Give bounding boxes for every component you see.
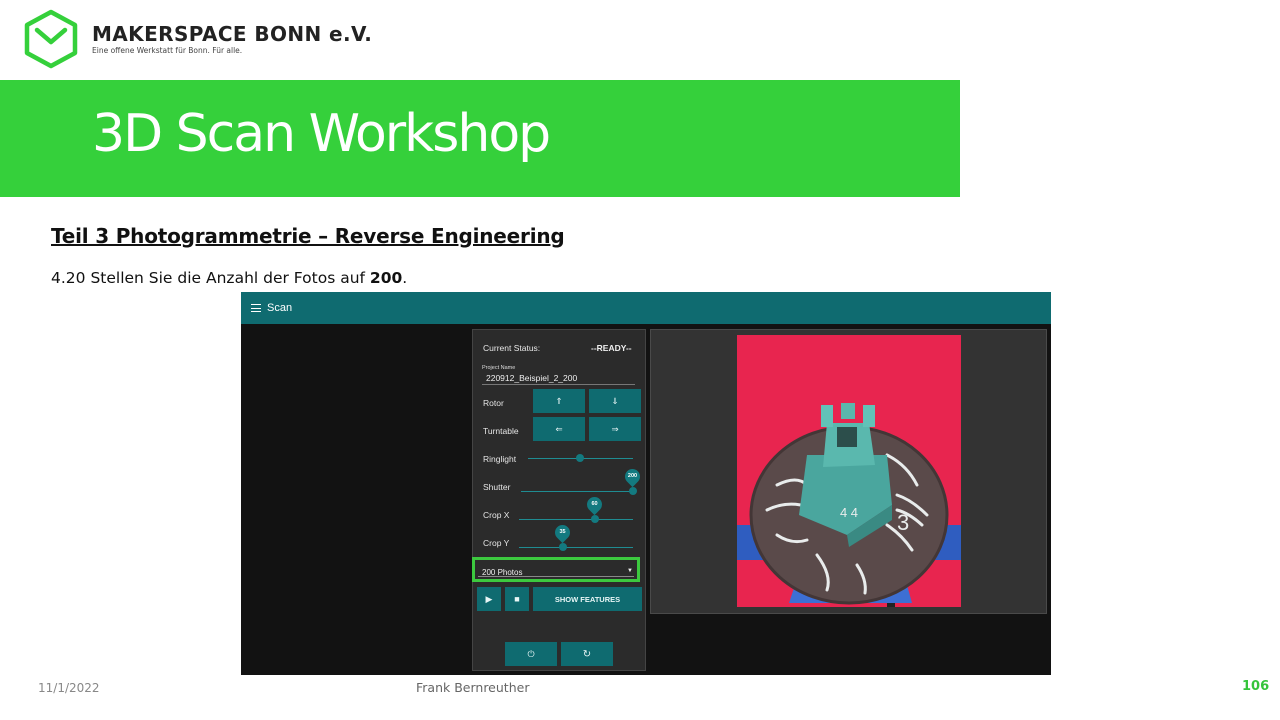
shutter-slider[interactable] — [521, 491, 633, 492]
status-value: --READY-- — [591, 343, 632, 353]
crop-x-value-badge: 60 — [583, 493, 606, 516]
app-title: Scan — [267, 302, 293, 314]
instruction-text: 4.20 Stellen Sie die Anzahl der Fotos au… — [51, 269, 407, 287]
crop-y-label: Crop Y — [483, 538, 510, 548]
crop-x-label: Crop X — [483, 510, 510, 520]
crop-x-slider[interactable] — [519, 519, 633, 520]
instruction-prefix: 4.20 Stellen Sie die Anzahl der Fotos au… — [51, 269, 370, 287]
crop-y-slider[interactable] — [519, 547, 633, 548]
shutter-value-badge: 200 — [621, 465, 644, 488]
footer-author: Frank Bernreuther — [416, 680, 530, 695]
app-bar: Scan — [241, 292, 1051, 324]
status-label: Current Status: — [483, 343, 541, 353]
ringlight-label: Ringlight — [483, 454, 517, 464]
brand-tagline: Eine offene Werkstatt für Bonn. Für alle… — [92, 46, 243, 55]
slide-title: 3D Scan Workshop — [92, 104, 551, 164]
scan-app-window: Scan Current Status: --READY-- Project N… — [241, 292, 1051, 675]
stop-button[interactable]: ■ — [505, 587, 529, 611]
svg-text:4 4: 4 4 — [840, 505, 858, 520]
brand-name: MAKERSPACE BONN e.V. — [92, 22, 373, 46]
scan-object-photo: 4 4 3 — [737, 335, 961, 607]
chevron-down-icon: ▼ — [627, 568, 633, 574]
show-features-button[interactable]: SHOW FEATURES — [533, 587, 642, 611]
project-name-input[interactable] — [482, 371, 635, 385]
turntable-right-button[interactable]: ⇒ — [589, 417, 641, 441]
crop-x-slider-thumb[interactable] — [591, 515, 599, 523]
camera-preview: 4 4 3 — [650, 329, 1047, 614]
power-button[interactable]: ⏻ — [505, 642, 557, 666]
crop-y-value-badge: 35 — [551, 521, 574, 544]
select-underline — [478, 576, 634, 577]
page-number: 106 — [1242, 679, 1270, 694]
play-button[interactable]: ▶ — [477, 587, 501, 611]
ringlight-slider-thumb[interactable] — [576, 454, 584, 462]
footer-date: 11/1/2022 — [38, 681, 100, 695]
makerspace-logo-icon — [24, 9, 78, 69]
instruction-suffix: . — [402, 269, 408, 287]
hamburger-menu-icon[interactable] — [251, 304, 261, 312]
turntable-left-button[interactable]: ⇐ — [533, 417, 585, 441]
rotor-down-button[interactable]: ⇓ — [589, 389, 641, 413]
control-panel: Current Status: --READY-- Project Name R… — [472, 329, 646, 671]
rotor-label: Rotor — [483, 398, 504, 408]
rotor-up-button[interactable]: ⇑ — [533, 389, 585, 413]
crop-y-slider-thumb[interactable] — [559, 543, 567, 551]
svg-text:3: 3 — [897, 510, 909, 535]
slide-subtitle: Teil 3 Photogrammetrie – Reverse Enginee… — [51, 224, 565, 248]
turntable-label: Turntable — [483, 426, 519, 436]
instruction-value: 200 — [369, 269, 403, 287]
refresh-button[interactable]: ↻ — [561, 642, 613, 666]
shutter-label: Shutter — [483, 482, 511, 492]
photo-count-select[interactable]: 200 Photos ▼ — [472, 557, 640, 582]
shutter-slider-thumb[interactable] — [629, 487, 637, 495]
